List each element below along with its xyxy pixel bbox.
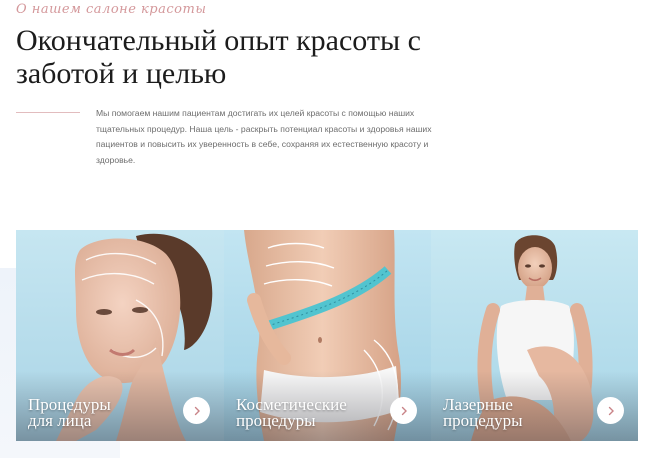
- page-title: Окончательный опыт красоты с заботой и ц…: [16, 24, 421, 90]
- card-arrow-button[interactable]: [597, 397, 624, 424]
- card-title: Косметические процедуры: [236, 396, 366, 430]
- card-title-line: процедуры: [236, 411, 316, 430]
- section-eyebrow: О нашем салоне красоты: [16, 2, 207, 17]
- divider-line: [16, 112, 80, 113]
- card-arrow-button[interactable]: [390, 397, 417, 424]
- chevron-right-icon: [608, 406, 614, 415]
- card-title-line: процедуры: [443, 411, 523, 430]
- about-description: Мы помогаем нашим пациентам достигать их…: [96, 108, 432, 165]
- card-title-line: для лица: [28, 411, 92, 430]
- service-cards: Процедуры для лица Косметические процеду…: [16, 230, 638, 441]
- service-card-cosmetic[interactable]: Косметические процедуры: [224, 230, 431, 441]
- card-arrow-button[interactable]: [183, 397, 210, 424]
- chevron-right-icon: [401, 406, 407, 415]
- card-title: Лазерные процедуры: [443, 396, 573, 430]
- service-card-laser[interactable]: Лазерные процедуры: [431, 230, 638, 441]
- chevron-right-icon: [194, 406, 200, 415]
- service-card-facial[interactable]: Процедуры для лица: [16, 230, 224, 441]
- card-title: Процедуры для лица: [28, 396, 158, 430]
